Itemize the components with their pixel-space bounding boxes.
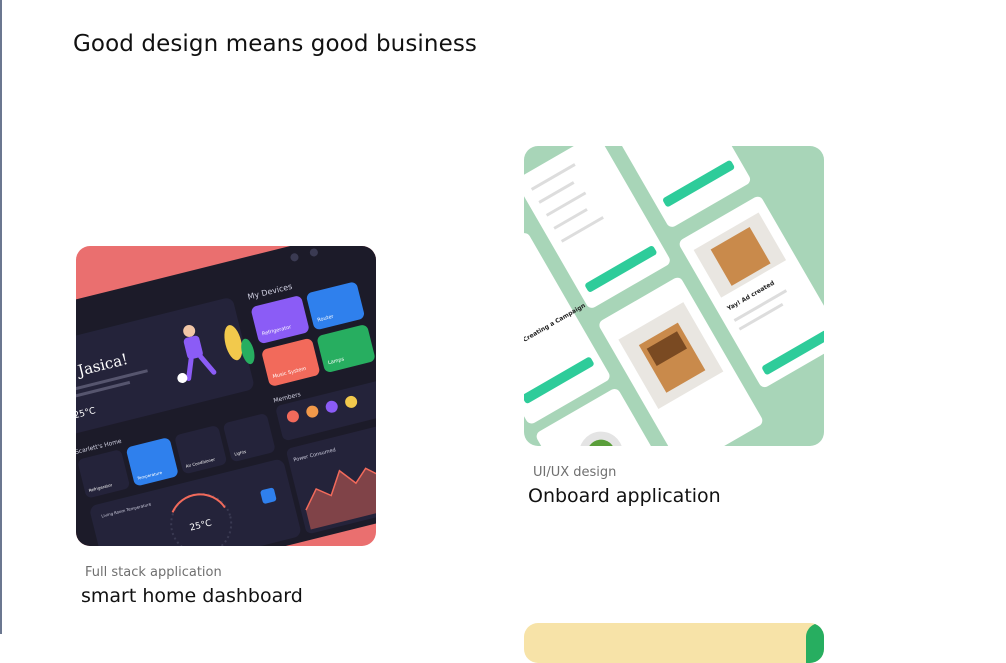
- project-card-smart-home[interactable]: Hi Jasica! +25°C My Devices Refrigerator…: [76, 246, 376, 546]
- project-title[interactable]: Onboard application: [528, 485, 721, 507]
- smart-home-preview-image: Hi Jasica! +25°C My Devices Refrigerator…: [76, 246, 376, 546]
- project-category: UI/UX design: [533, 465, 617, 480]
- project-title[interactable]: smart home dashboard: [81, 585, 303, 607]
- project-card-onboard[interactable]: Start by Creating a Campaign Yay! Ad cre…: [524, 146, 824, 446]
- onboard-preview-image: Start by Creating a Campaign Yay! Ad cre…: [524, 146, 824, 446]
- section-heading: Good design means good business: [73, 31, 478, 57]
- partial-card-accent: [806, 623, 824, 663]
- page-left-border: [0, 0, 2, 634]
- project-card-partial[interactable]: [524, 623, 824, 663]
- project-category: Full stack application: [85, 565, 222, 580]
